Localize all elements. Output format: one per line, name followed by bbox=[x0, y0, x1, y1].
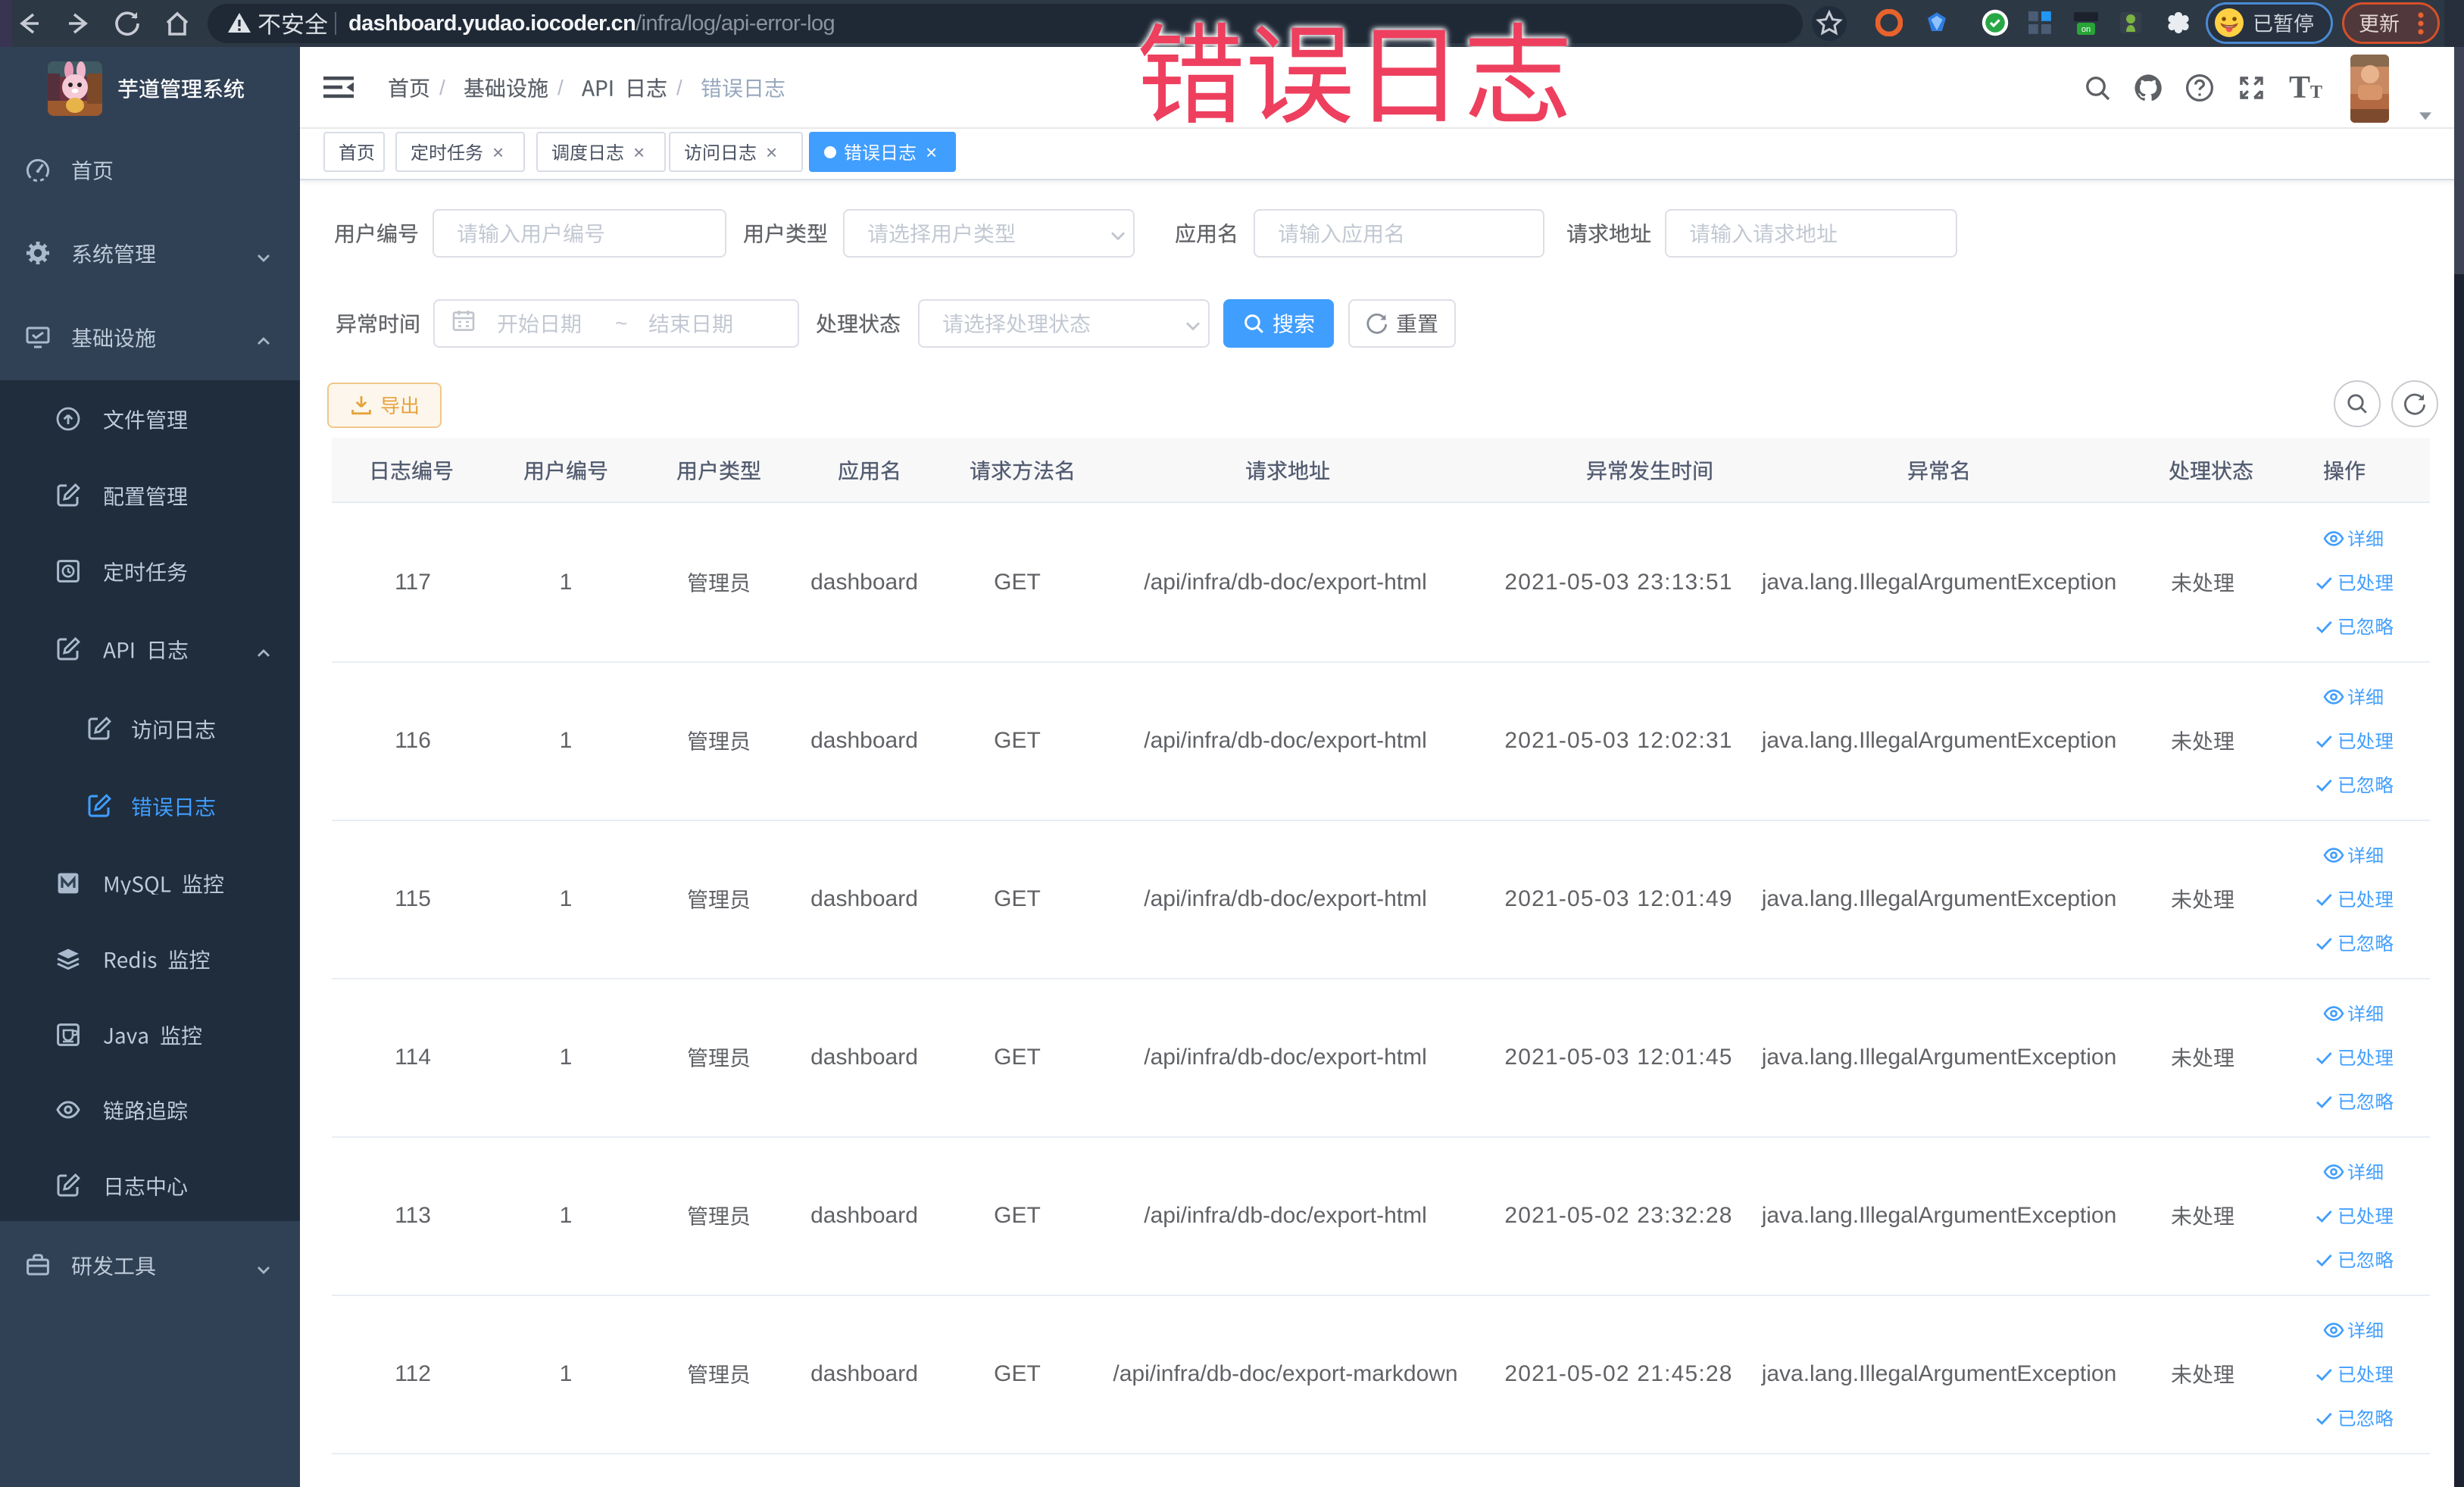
svg-text:on: on bbox=[2081, 25, 2091, 34]
